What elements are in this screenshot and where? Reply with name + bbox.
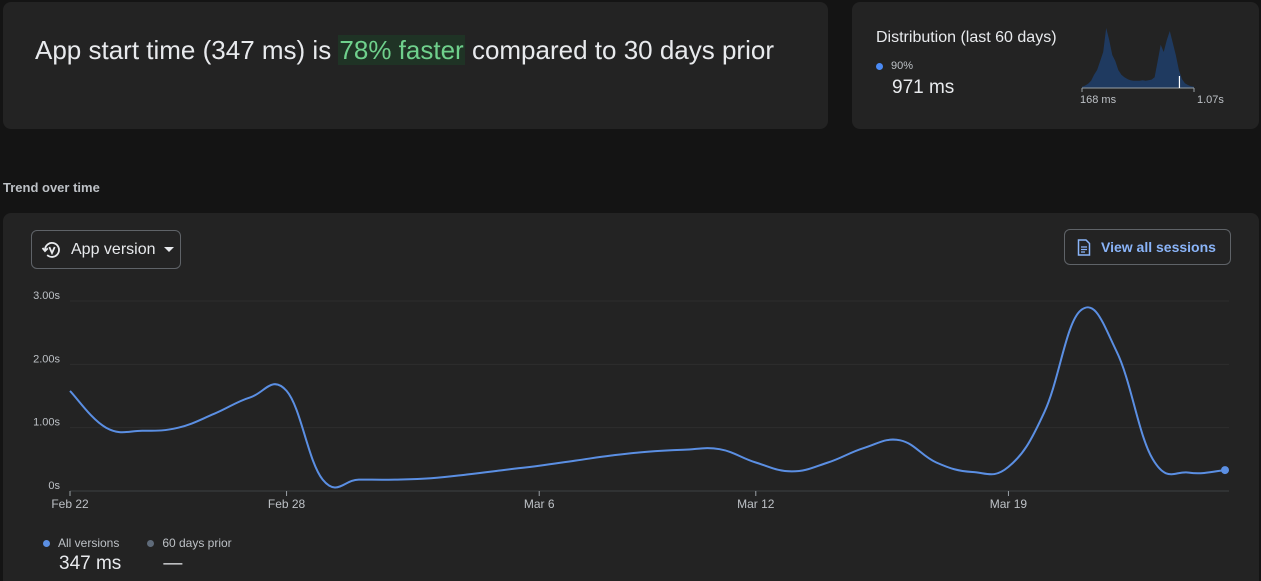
x-tick-label: Mar 19 [990, 497, 1028, 511]
y-tick-label: 0s [48, 480, 60, 492]
legend-value: — [163, 553, 183, 574]
x-tick-label: Mar 12 [737, 497, 775, 511]
summary-suffix: compared to 30 days prior [464, 35, 774, 65]
summary-prefix: App start time (347 ms) is [35, 35, 339, 65]
distribution-max-label: 1.07s [1197, 94, 1224, 106]
summary-card: App start time (347 ms) is 78% faster co… [3, 2, 828, 129]
legend-label: 60 days prior [162, 536, 232, 550]
legend-dot-icon [43, 539, 50, 547]
app-version-label: App version [71, 240, 156, 258]
series-endpoint[interactable] [1221, 466, 1229, 475]
legend-item[interactable]: All versions 347 ms [43, 536, 121, 575]
y-tick-label: 3.00s [33, 290, 60, 302]
distribution-area [1082, 28, 1194, 88]
x-tick-label: Feb 28 [268, 497, 306, 511]
trend-chart-card: 0s 1.00s 2.00s 3.00s Feb 22 Feb 28 Mar 6 Mar 12… [3, 213, 1259, 581]
document-icon [1077, 238, 1091, 256]
percentile-label: 90% [891, 60, 914, 72]
legend-item[interactable]: 60 days prior — [147, 536, 232, 575]
view-all-sessions-label: View all sessions [1101, 239, 1216, 255]
legend-value: 347 ms [59, 553, 122, 574]
x-tick-label: Feb 22 [51, 497, 89, 511]
legend-label: All versions [58, 536, 120, 550]
distribution-histogram[interactable] [1080, 24, 1215, 94]
percentile-dot-icon [876, 62, 883, 70]
distribution-title: Distribution (last 60 days) [876, 29, 1057, 46]
legend-dot-icon [147, 539, 155, 547]
x-tick-label: Mar 6 [524, 497, 555, 511]
version-history-icon [41, 241, 60, 258]
chevron-down-icon [163, 247, 174, 252]
y-tick-label: 1.00s [33, 417, 60, 429]
distribution-card: Distribution (last 60 days) 90% 971 ms 1… [852, 2, 1259, 129]
summary-highlight: 78% faster [338, 35, 465, 65]
summary-headline: App start time (347 ms) is 78% faster co… [35, 34, 795, 67]
distribution-min-label: 168 ms [1080, 94, 1117, 106]
y-tick-label: 2.00s [33, 353, 60, 365]
series-line-all-versions[interactable] [69, 306, 1226, 489]
view-all-sessions-button[interactable]: View all sessions [1064, 229, 1231, 265]
trend-heading: Trend over time [3, 180, 100, 195]
chart-legend: All versions 347 ms 60 days prior — [43, 536, 258, 575]
legend-label-row: 60 days prior [147, 536, 232, 550]
app-version-dropdown[interactable]: App version [31, 230, 181, 269]
legend-label-row: All versions [43, 536, 121, 550]
percentile-value: 971 ms [892, 77, 955, 98]
distribution-percentile-row: 90% [876, 60, 913, 72]
